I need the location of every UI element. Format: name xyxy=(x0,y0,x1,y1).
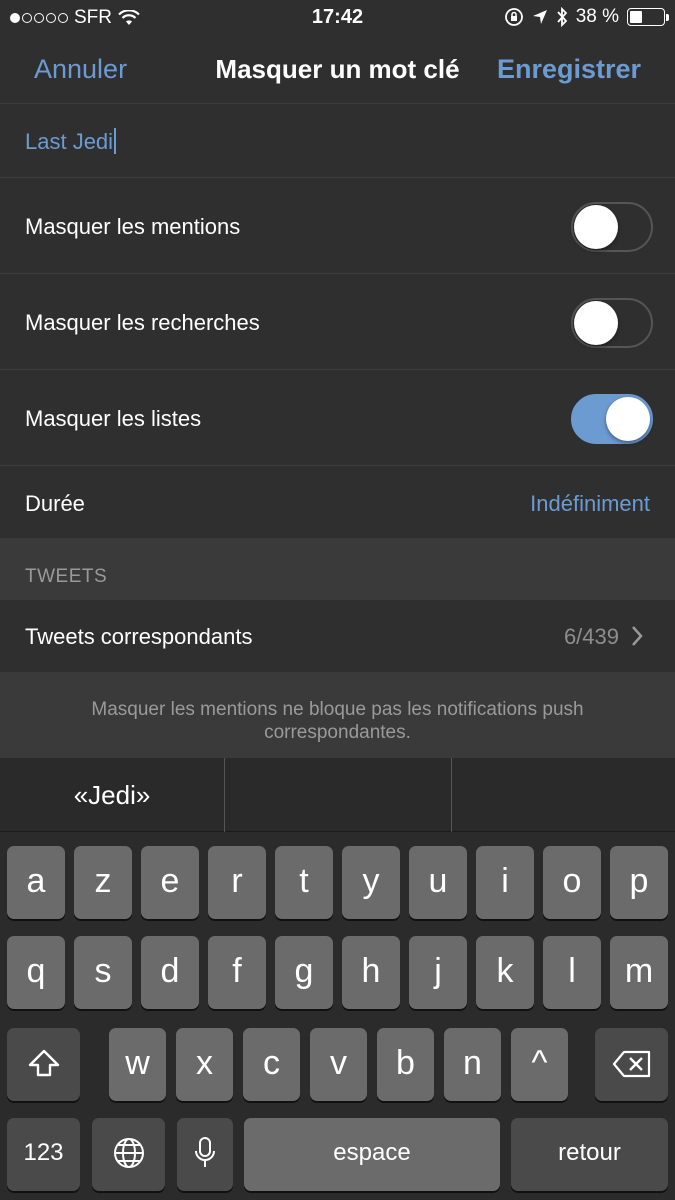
key-e[interactable]: e xyxy=(141,846,199,919)
mute-searches-row: Masquer les recherches xyxy=(0,274,675,370)
mute-lists-row: Masquer les listes xyxy=(0,370,675,466)
return-key[interactable]: retour xyxy=(511,1118,668,1191)
status-right: 38 % xyxy=(504,6,669,28)
keyboard: «Jedi» azertyuiop qsdfghjklm w x c v b n ^ 123… xyxy=(0,758,675,1200)
key-r[interactable]: r xyxy=(208,846,266,919)
shift-key[interactable] xyxy=(7,1028,80,1101)
tweets-section-header: TWEETS xyxy=(0,538,675,600)
mute-lists-toggle[interactable] xyxy=(571,394,653,444)
mute-searches-toggle[interactable] xyxy=(571,298,653,348)
duration-label: Durée xyxy=(25,491,85,516)
key-o[interactable]: o xyxy=(543,846,601,919)
key-circumflex[interactable]: ^ xyxy=(511,1028,568,1101)
backspace-icon xyxy=(612,1050,650,1078)
keyword-input[interactable]: Last Jedi xyxy=(0,104,675,178)
space-key[interactable]: espace xyxy=(244,1118,500,1191)
matching-tweets-label: Tweets correspondants xyxy=(25,624,253,649)
chevron-right-icon xyxy=(632,626,643,646)
key-n[interactable]: n xyxy=(444,1028,501,1101)
section-header-label: TWEETS xyxy=(25,566,108,587)
save-button[interactable]: Enregistrer xyxy=(497,54,641,85)
battery-icon xyxy=(627,8,669,26)
mute-searches-label: Masquer les recherches xyxy=(25,310,260,335)
suggestion-2[interactable] xyxy=(225,758,451,832)
key-j[interactable]: j xyxy=(409,936,467,1009)
numbers-key[interactable]: 123 xyxy=(7,1118,80,1191)
key-l[interactable]: l xyxy=(543,936,601,1009)
key-w[interactable]: w xyxy=(109,1028,166,1101)
key-m[interactable]: m xyxy=(610,936,668,1009)
mute-mentions-toggle[interactable] xyxy=(571,202,653,252)
suggestion-bar: «Jedi» xyxy=(0,758,675,832)
key-b[interactable]: b xyxy=(377,1028,434,1101)
footer-note: Masquer les mentions ne bloque pas les n… xyxy=(0,672,675,758)
backspace-key[interactable] xyxy=(595,1028,668,1101)
microphone-key[interactable] xyxy=(177,1118,233,1191)
text-caret xyxy=(114,128,117,154)
microphone-icon xyxy=(195,1137,215,1167)
key-f[interactable]: f xyxy=(208,936,266,1009)
battery-percent: 38 % xyxy=(575,6,619,27)
key-u[interactable]: u xyxy=(409,846,467,919)
key-h[interactable]: h xyxy=(342,936,400,1009)
nav-bar: Annuler Masquer un mot clé Enregistrer xyxy=(0,36,675,104)
key-y[interactable]: y xyxy=(342,846,400,919)
key-q[interactable]: q xyxy=(7,936,65,1009)
key-c[interactable]: c xyxy=(243,1028,300,1101)
key-s[interactable]: s xyxy=(74,936,132,1009)
globe-key[interactable] xyxy=(92,1118,165,1191)
key-a[interactable]: a xyxy=(7,846,65,919)
mute-mentions-row: Masquer les mentions xyxy=(0,178,675,274)
key-p[interactable]: p xyxy=(610,846,668,919)
key-x[interactable]: x xyxy=(176,1028,233,1101)
key-v[interactable]: v xyxy=(310,1028,367,1101)
key-k[interactable]: k xyxy=(476,936,534,1009)
bluetooth-icon xyxy=(557,7,567,27)
mute-lists-label: Masquer les listes xyxy=(25,406,202,431)
key-z[interactable]: z xyxy=(74,846,132,919)
matching-tweets-row[interactable]: Tweets correspondants 6/439 xyxy=(0,600,675,672)
location-arrow-icon xyxy=(532,10,547,24)
suggestion-1[interactable]: «Jedi» xyxy=(0,758,224,832)
keyword-input-text: Last Jedi xyxy=(25,128,117,155)
suggestion-3[interactable] xyxy=(452,758,675,832)
key-i[interactable]: i xyxy=(476,846,534,919)
duration-row[interactable]: Durée Indéfiniment xyxy=(0,466,675,538)
mute-mentions-label: Masquer les mentions xyxy=(25,214,241,239)
key-d[interactable]: d xyxy=(141,936,199,1009)
globe-icon xyxy=(113,1138,144,1168)
shift-arrow-icon xyxy=(28,1049,59,1077)
matching-tweets-count: 6/439 xyxy=(563,624,619,649)
key-g[interactable]: g xyxy=(275,936,333,1009)
settings-list: Last Jedi Masquer les mentions Masquer l… xyxy=(0,104,675,538)
key-t[interactable]: t xyxy=(275,846,333,919)
status-bar: SFR 17:42 38 % xyxy=(0,0,675,36)
duration-value: Indéfiniment xyxy=(530,491,650,516)
rotation-lock-icon xyxy=(504,8,523,26)
